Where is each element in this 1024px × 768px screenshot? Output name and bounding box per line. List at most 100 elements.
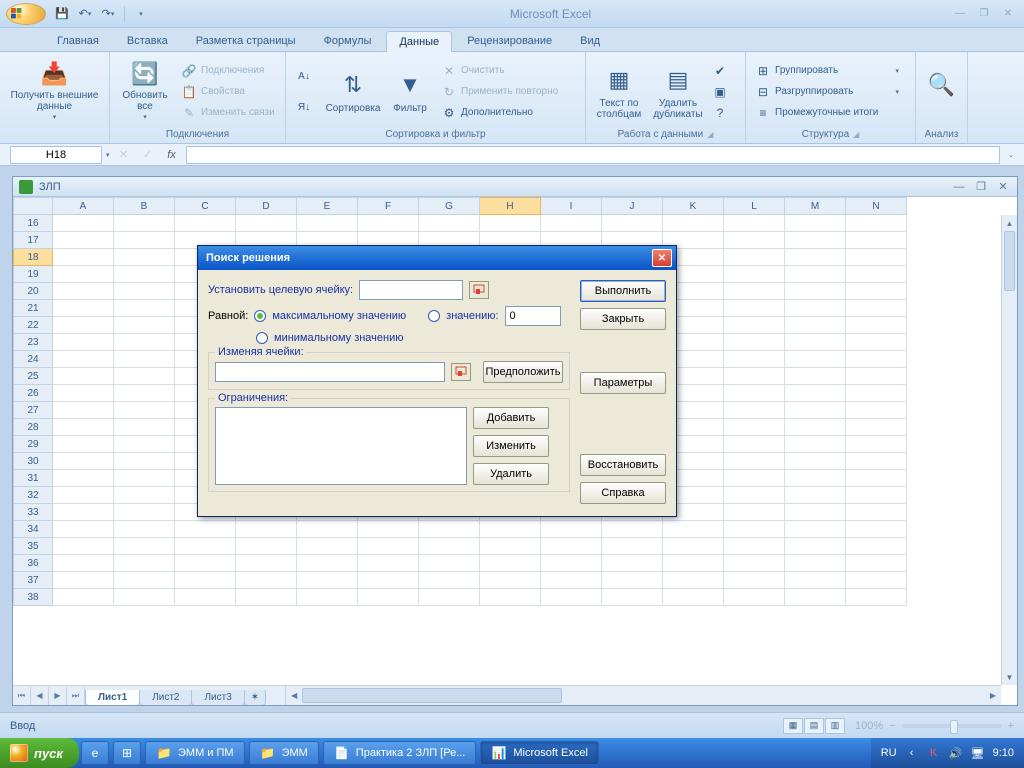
cancel-formula-icon[interactable]: ✕ bbox=[114, 145, 134, 165]
opt-max-label[interactable]: максимальному значению bbox=[272, 310, 406, 322]
cell[interactable] bbox=[785, 334, 846, 351]
dialog-titlebar[interactable]: Поиск решения ✕ bbox=[198, 246, 676, 270]
row-header[interactable]: 21 bbox=[13, 300, 53, 317]
cell[interactable] bbox=[114, 249, 175, 266]
column-header[interactable]: H bbox=[480, 197, 541, 215]
column-header[interactable]: K bbox=[663, 197, 724, 215]
cell[interactable] bbox=[846, 215, 907, 232]
row-header[interactable]: 25 bbox=[13, 368, 53, 385]
cell[interactable] bbox=[785, 215, 846, 232]
cell[interactable] bbox=[663, 215, 724, 232]
cell[interactable] bbox=[785, 555, 846, 572]
doc-close-icon[interactable]: ✕ bbox=[995, 180, 1011, 194]
tab-formulas[interactable]: Формулы bbox=[311, 30, 385, 51]
zoom-level[interactable]: 100% bbox=[855, 720, 883, 732]
cell[interactable] bbox=[846, 470, 907, 487]
cell[interactable] bbox=[846, 334, 907, 351]
tab-review[interactable]: Рецензирование bbox=[454, 30, 565, 51]
sheet-tab-3[interactable]: Лист3 bbox=[191, 690, 244, 705]
cell[interactable] bbox=[114, 555, 175, 572]
desktop-quicklaunch-icon[interactable]: ⊞ bbox=[113, 741, 141, 765]
cell[interactable] bbox=[114, 521, 175, 538]
cell[interactable] bbox=[785, 385, 846, 402]
cell[interactable] bbox=[53, 249, 114, 266]
column-header[interactable]: I bbox=[541, 197, 602, 215]
column-header[interactable]: E bbox=[297, 197, 358, 215]
cell[interactable] bbox=[53, 589, 114, 606]
cell[interactable] bbox=[236, 555, 297, 572]
tray-volume-icon[interactable]: 🔊 bbox=[949, 746, 963, 760]
cell[interactable] bbox=[175, 589, 236, 606]
cell[interactable] bbox=[358, 589, 419, 606]
sheet-nav-first-icon[interactable]: ⏮ bbox=[13, 687, 31, 705]
cell[interactable] bbox=[53, 538, 114, 555]
row-header[interactable]: 22 bbox=[13, 317, 53, 334]
cell[interactable] bbox=[785, 249, 846, 266]
cell[interactable] bbox=[724, 266, 785, 283]
qat-customize-icon[interactable]: ▾ bbox=[131, 4, 151, 24]
cell[interactable] bbox=[480, 215, 541, 232]
cell[interactable] bbox=[724, 487, 785, 504]
column-header[interactable]: L bbox=[724, 197, 785, 215]
cell[interactable] bbox=[785, 538, 846, 555]
cell[interactable] bbox=[785, 266, 846, 283]
column-header[interactable]: A bbox=[53, 197, 114, 215]
cell[interactable] bbox=[602, 589, 663, 606]
horizontal-scrollbar[interactable]: ◀ ▶ bbox=[285, 686, 1001, 705]
cell[interactable] bbox=[724, 368, 785, 385]
row-header[interactable]: 31 bbox=[13, 470, 53, 487]
cell[interactable] bbox=[846, 402, 907, 419]
advanced-filter-button[interactable]: ⚙Дополнительно bbox=[438, 103, 561, 123]
cell[interactable] bbox=[175, 572, 236, 589]
cell[interactable] bbox=[236, 538, 297, 555]
cell[interactable] bbox=[541, 521, 602, 538]
cell[interactable] bbox=[297, 589, 358, 606]
cell[interactable] bbox=[114, 504, 175, 521]
cell[interactable] bbox=[785, 232, 846, 249]
save-icon[interactable] bbox=[52, 4, 72, 24]
sheet-nav-next-icon[interactable]: ▶ bbox=[49, 687, 67, 705]
cell[interactable] bbox=[53, 470, 114, 487]
cell[interactable] bbox=[236, 521, 297, 538]
row-header[interactable]: 36 bbox=[13, 555, 53, 572]
cell[interactable] bbox=[114, 368, 175, 385]
delete-constraint-button[interactable]: Удалить bbox=[473, 463, 549, 485]
range-picker-icon[interactable] bbox=[469, 281, 489, 299]
row-header[interactable]: 16 bbox=[13, 215, 53, 232]
cell[interactable] bbox=[236, 215, 297, 232]
cell[interactable] bbox=[846, 589, 907, 606]
row-header[interactable]: 18 bbox=[13, 249, 53, 266]
guess-button[interactable]: Предположить bbox=[483, 361, 563, 383]
formula-expand-icon[interactable]: ⌄ bbox=[1008, 151, 1014, 159]
sheet-nav-last-icon[interactable]: ⏭ bbox=[67, 687, 85, 705]
cell[interactable] bbox=[785, 317, 846, 334]
subtotal-button[interactable]: ≡Промежуточные итоги bbox=[752, 103, 902, 123]
cell[interactable] bbox=[114, 572, 175, 589]
value-input[interactable]: 0 bbox=[505, 306, 561, 326]
cell[interactable] bbox=[846, 300, 907, 317]
view-layout-icon[interactable]: ▤ bbox=[804, 718, 824, 734]
sheet-nav-prev-icon[interactable]: ◀ bbox=[31, 687, 49, 705]
cell[interactable] bbox=[785, 419, 846, 436]
row-header[interactable]: 28 bbox=[13, 419, 53, 436]
radio-max[interactable] bbox=[254, 310, 266, 322]
cell[interactable] bbox=[541, 589, 602, 606]
refresh-all-button[interactable]: 🔄 Обновить все▾ bbox=[116, 59, 174, 125]
reapply-button[interactable]: ↻Применить повторно bbox=[438, 82, 561, 102]
zoom-slider[interactable] bbox=[902, 724, 1002, 728]
tray-monitor-icon[interactable]: 🖥 bbox=[971, 746, 985, 760]
cell[interactable] bbox=[114, 436, 175, 453]
cell[interactable] bbox=[53, 419, 114, 436]
cell[interactable] bbox=[541, 215, 602, 232]
cell[interactable] bbox=[114, 351, 175, 368]
row-header[interactable]: 37 bbox=[13, 572, 53, 589]
cell[interactable] bbox=[175, 521, 236, 538]
cell[interactable] bbox=[53, 232, 114, 249]
close-button[interactable]: Закрыть bbox=[580, 308, 666, 330]
tab-data[interactable]: Данные bbox=[386, 31, 452, 52]
row-header[interactable]: 35 bbox=[13, 538, 53, 555]
cell[interactable] bbox=[663, 589, 724, 606]
cell[interactable] bbox=[846, 419, 907, 436]
cell[interactable] bbox=[419, 538, 480, 555]
cell[interactable] bbox=[724, 504, 785, 521]
